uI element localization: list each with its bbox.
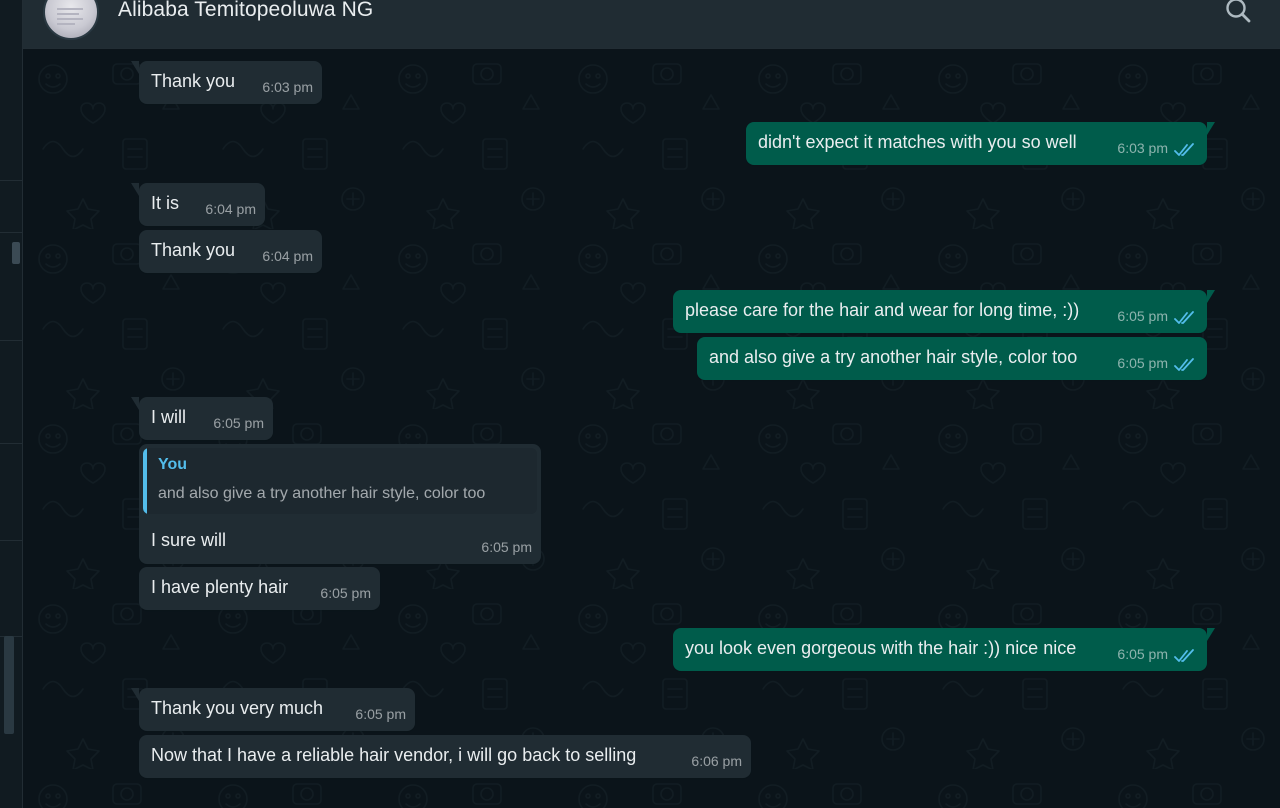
message-text: please care for the hair and wear for lo…: [685, 300, 1080, 320]
message-time: 6:05 pm: [1117, 646, 1168, 662]
message-outgoing[interactable]: please care for the hair and wear for lo…: [673, 290, 1215, 333]
message-text: I sure will: [151, 530, 227, 550]
quote-author: You: [158, 456, 188, 473]
message-time: 6:03 pm: [1117, 140, 1168, 156]
message-incoming[interactable]: Now that I have a reliable hair vendor, …: [139, 735, 751, 778]
read-receipt-icon: [1174, 143, 1194, 156]
contact-avatar[interactable]: [43, 0, 99, 40]
message-time: 6:03 pm: [262, 79, 313, 95]
whatsapp-window: Alibaba Temitopeoluwa NG Thank you 6:03 …: [0, 0, 1280, 808]
quote-text: and also give a try another hair style, …: [158, 485, 486, 502]
chat-list-edge: [0, 0, 23, 808]
message-text: Thank you: [151, 240, 236, 260]
message-text: Thank you very much: [151, 698, 324, 718]
quoted-message[interactable]: You and also give a try another hair sty…: [143, 448, 537, 514]
divider: [0, 232, 22, 233]
message-time: 6:04 pm: [205, 201, 256, 217]
message-text: and also give a try another hair style, …: [709, 347, 1078, 367]
message-time: 6:05 pm: [213, 415, 264, 431]
message-incoming[interactable]: It is 6:04 pm: [131, 183, 265, 226]
search-button[interactable]: [1222, 0, 1256, 26]
message-list[interactable]: Thank you 6:03 pm didn't expect it match…: [23, 49, 1280, 808]
message-time: 6:05 pm: [1117, 355, 1168, 371]
read-receipt-icon: [1174, 311, 1194, 324]
message-text: I will: [151, 407, 186, 427]
message-outgoing[interactable]: didn't expect it matches with you so wel…: [746, 122, 1215, 165]
read-receipt-icon: [1174, 649, 1194, 662]
message-incoming[interactable]: I will 6:05 pm: [131, 397, 273, 440]
message-time: 6:05 pm: [481, 539, 532, 555]
message-incoming[interactable]: Thank you very much 6:05 pm: [131, 688, 415, 731]
divider: [0, 540, 22, 541]
message-incoming[interactable]: I have plenty hair 6:05 pm: [139, 567, 380, 610]
contact-name[interactable]: Alibaba Temitopeoluwa NG: [118, 0, 373, 22]
divider: [0, 443, 22, 444]
message-time: 6:05 pm: [320, 585, 371, 601]
conversation-header: Alibaba Temitopeoluwa NG: [23, 0, 1280, 49]
divider: [0, 180, 22, 181]
scrollbar-track[interactable]: [4, 636, 14, 734]
message-text: Thank you: [151, 71, 236, 91]
message-text: I have plenty hair: [151, 577, 289, 597]
search-icon: [1226, 0, 1251, 23]
message-time: 6:04 pm: [262, 248, 313, 264]
divider: [0, 340, 22, 341]
scrollbar-thumb[interactable]: [12, 242, 20, 264]
message-text: It is: [151, 193, 180, 213]
message-outgoing[interactable]: and also give a try another hair style, …: [697, 337, 1207, 380]
message-text: didn't expect it matches with you so wel…: [758, 132, 1077, 152]
message-time: 6:05 pm: [1117, 308, 1168, 324]
message-time: 6:05 pm: [355, 706, 406, 722]
quote-accent-bar: [143, 448, 147, 514]
message-text: Now that I have a reliable hair vendor, …: [151, 745, 637, 765]
message-text: you look even gorgeous with the hair :))…: [685, 638, 1077, 658]
message-incoming-reply[interactable]: You and also give a try another hair sty…: [139, 444, 541, 564]
message-incoming[interactable]: Thank you 6:04 pm: [139, 230, 322, 273]
message-time: 6:06 pm: [691, 753, 742, 769]
message-incoming[interactable]: Thank you 6:03 pm: [131, 61, 322, 104]
message-outgoing[interactable]: you look even gorgeous with the hair :))…: [673, 628, 1215, 671]
read-receipt-icon: [1174, 358, 1194, 371]
